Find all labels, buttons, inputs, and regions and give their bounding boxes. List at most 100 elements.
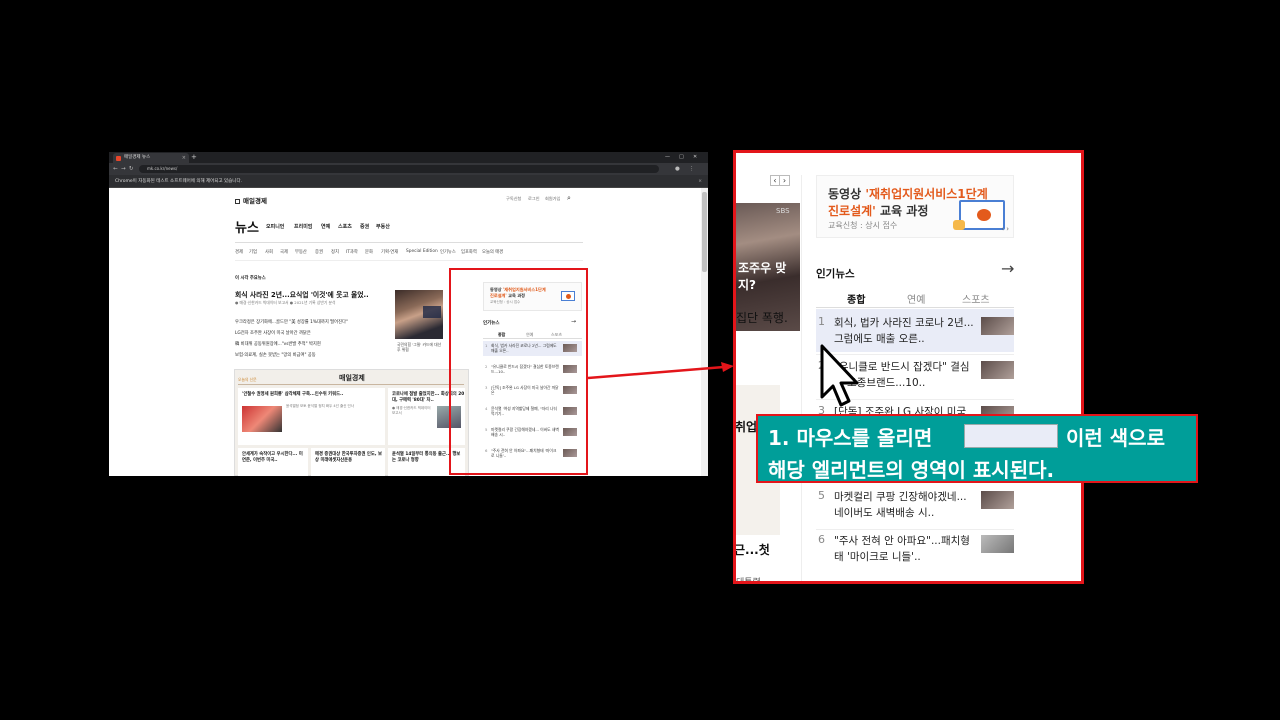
callout-line1-after: 이런 색으로 xyxy=(1066,426,1165,450)
util-link-subscribe[interactable]: 구독신청 xyxy=(506,196,521,202)
util-link-login[interactable]: 로그인 xyxy=(528,196,540,202)
close-tab-icon[interactable]: × xyxy=(182,153,186,163)
ad-subtext: 교육신청 : 상시 접수 xyxy=(828,221,898,230)
sub-headline[interactable]: 韓 비대위 공동위원장에..."vs반발 추적" 박지현 xyxy=(235,341,321,347)
item-thumbnail xyxy=(981,361,1014,379)
main-news-photo[interactable] xyxy=(395,290,443,339)
left-fragment-text[interactable]: 근...첫 xyxy=(736,541,770,558)
sub-headline[interactable]: LG전자 조주완 사장이 미국 날아간 까닭은 xyxy=(235,330,311,336)
photo-overlay-text: 조주우 맞지? xyxy=(738,261,787,292)
submenu-item[interactable]: 기획·연재 xyxy=(381,249,398,255)
submenu-item[interactable]: 임포화력 xyxy=(461,249,477,255)
menu-sports[interactable]: 스포츠 xyxy=(338,223,352,230)
paper-card[interactable]: '안철수 권영세 원희룡' 삼각체제 구축...인수위 키워드.. 윤석열정 모… xyxy=(238,388,385,445)
item-thumbnail xyxy=(981,491,1014,509)
page-scrollbar[interactable] xyxy=(701,188,708,476)
scrollbar-thumb[interactable] xyxy=(702,192,707,272)
column-divider xyxy=(801,175,802,581)
infobar-close-icon[interactable]: × xyxy=(698,175,702,188)
submenu-item[interactable]: IT과학 xyxy=(346,249,358,255)
back-icon[interactable]: ← xyxy=(113,163,118,175)
zoom-ad-banner[interactable]: 동영상 '재취업지원서비스1단계 진로설계' 교육 과정 교육신청 : 상시 접수… xyxy=(816,175,1014,238)
submenu-divider xyxy=(235,260,583,261)
submenu-item[interactable]: Special Edition xyxy=(406,249,438,254)
popular-item[interactable]: 6 "주사 전혀 안 아파요"...패치형태 '마이크로 니들'.. xyxy=(816,533,1014,569)
submenu-item[interactable]: 경제 xyxy=(235,249,243,255)
chevron-left-icon: ‹ xyxy=(771,176,780,185)
minimize-icon[interactable]: — xyxy=(665,152,670,162)
left-fragment-text[interactable]: 대통령 xyxy=(736,575,761,581)
reload-icon[interactable]: ↻ xyxy=(129,163,134,175)
arrow-right-icon[interactable]: → xyxy=(1001,259,1014,278)
submenu-item[interactable]: 오늘의 매경 xyxy=(482,249,503,255)
search-icon[interactable]: ⌕ xyxy=(567,194,571,203)
submenu-item[interactable]: 정치 xyxy=(331,249,339,255)
ad-nav-icon[interactable]: ‹ › xyxy=(1001,225,1009,233)
window-close-icon[interactable]: ✕ xyxy=(693,152,697,162)
submenu-item[interactable]: 부동산 xyxy=(295,249,307,255)
item-thumbnail xyxy=(981,535,1014,553)
util-link-signup[interactable]: 회원가입 xyxy=(545,196,560,202)
tab-entertainment[interactable]: 연예 xyxy=(907,291,925,306)
paper-card-desc: 윤석열정 모토 윤석열 정치 화두 4선 출신 인사 xyxy=(286,404,354,408)
menu-divider xyxy=(235,242,583,243)
paper-card-title: '안철수 권영세 원희룡' 삼각체제 구축...인수위 키워드.. xyxy=(242,392,344,397)
menu-stocks[interactable]: 증권 xyxy=(360,223,369,230)
connector-arrow-icon xyxy=(588,362,734,380)
menu-icon[interactable]: ⋮ xyxy=(689,163,695,175)
browser-screenshot: 매일경제 뉴스 × + — □ ✕ ← → ↻ mk.co.kr/news/ ●… xyxy=(109,152,708,476)
profile-icon[interactable]: ● xyxy=(675,163,680,175)
submenu-item[interactable]: 증권 xyxy=(315,249,323,255)
item-divider xyxy=(816,529,1014,530)
tab-sports[interactable]: 스포츠 xyxy=(962,291,990,306)
item-title: "주사 전혀 안 아파요"...패치형태 '마이크로 니들'.. xyxy=(834,535,970,563)
submenu-item[interactable]: 사회 xyxy=(265,249,273,255)
todays-paper-title[interactable]: 매일경제 xyxy=(339,373,365,383)
paper-card[interactable]: 안세계가 숙작이고 우시한다... 미 연준, 이번주 미국.. xyxy=(238,448,308,476)
popular-item[interactable]: 5 마켓컬리 쿠팡 긴장해야겠네...네이버도 새벽배송 시.. xyxy=(816,489,1014,525)
popular-news-title[interactable]: 인기뉴스 xyxy=(816,266,855,281)
hamburger-icon[interactable] xyxy=(235,198,240,204)
sub-headline[interactable]: 우크라정은 장기화에...골드만 "美 성장률 1%대까지 떨어진다" xyxy=(235,319,348,325)
paper-card-thumbnail xyxy=(242,406,282,432)
site-logo[interactable]: 매일경제 xyxy=(235,195,267,205)
zoomed-sidebar-panel: ‹ › 조주우 맞지? SBS 집단 폭행. 취업 근...첫 대통령 동영상 '… xyxy=(733,150,1084,584)
menu-entertainment[interactable]: 연예 xyxy=(321,223,330,230)
callout-line2: 해당 엘리먼트의 영역이 표시된다. xyxy=(768,458,1055,482)
left-fragment-text[interactable]: 집단 폭행. xyxy=(736,309,788,326)
submenu-item[interactable]: 국제 xyxy=(280,249,288,255)
infobar-text: Chrome이 자동화된 테스트 소프트웨어에 의해 제어되고 있습니다. xyxy=(115,179,243,184)
main-headline-sub[interactable]: ● 매경·신한카드 빅데이터 보고서 ● 2021년 기록 상반기 분석 xyxy=(235,300,391,306)
tab-divider xyxy=(816,307,1014,308)
browser-tab-strip xyxy=(109,152,708,163)
tab-all[interactable]: 종합 xyxy=(847,291,865,306)
photo-caption[interactable]: 국민의힘 '그릴' 카드에 대선 후 위협 xyxy=(397,342,443,352)
maximize-icon[interactable]: □ xyxy=(679,152,684,162)
section-title[interactable]: 뉴스 xyxy=(235,217,259,236)
highlight-color-swatch xyxy=(964,424,1058,448)
browser-tab-title: 매일경제 뉴스 xyxy=(124,155,151,160)
submenu-item[interactable]: 기업 xyxy=(249,249,257,255)
left-fragment-text[interactable]: 취업 xyxy=(736,418,757,435)
submenu-item[interactable]: 문화 xyxy=(365,249,373,255)
favicon-icon xyxy=(116,156,121,161)
menu-opinion[interactable]: 오피니언 xyxy=(266,223,284,230)
browser-tab[interactable]: 매일경제 뉴스 × xyxy=(113,153,189,163)
sidebar-highlight-frame xyxy=(449,268,588,475)
item-thumbnail xyxy=(981,317,1014,335)
main-headline[interactable]: 회식 사라진 2년...요식업 '이것'에 웃고 울었.. xyxy=(235,289,369,299)
callout-line1-before: 1. 마우스를 올리면 xyxy=(768,426,933,450)
menu-premium[interactable]: 프리미엄 xyxy=(294,223,312,230)
new-tab-icon[interactable]: + xyxy=(191,152,197,162)
menu-realestate[interactable]: 부동산 xyxy=(376,223,390,230)
submenu-item[interactable]: 인기뉴스 xyxy=(440,249,456,255)
address-bar[interactable]: mk.co.kr/news/ xyxy=(139,165,659,173)
item-number: 5 xyxy=(818,489,825,502)
automation-infobar: Chrome이 자동화된 테스트 소프트웨어에 의해 제어되고 있습니다. × xyxy=(109,175,708,188)
sub-headline[interactable]: 보험·의료계, 실손 못받는 "망의 비급여" 공동 xyxy=(235,352,316,358)
video-play-icon xyxy=(953,200,1005,230)
paper-card[interactable]: 매경 증권대상 한국투자증권 인도, 보상 미래에셋자산운용 xyxy=(311,448,385,476)
forward-icon[interactable]: → xyxy=(121,163,126,175)
todays-paper-tag: 오늘의 신문 xyxy=(238,377,257,382)
prev-next-buttons[interactable]: ‹ › xyxy=(770,175,790,186)
